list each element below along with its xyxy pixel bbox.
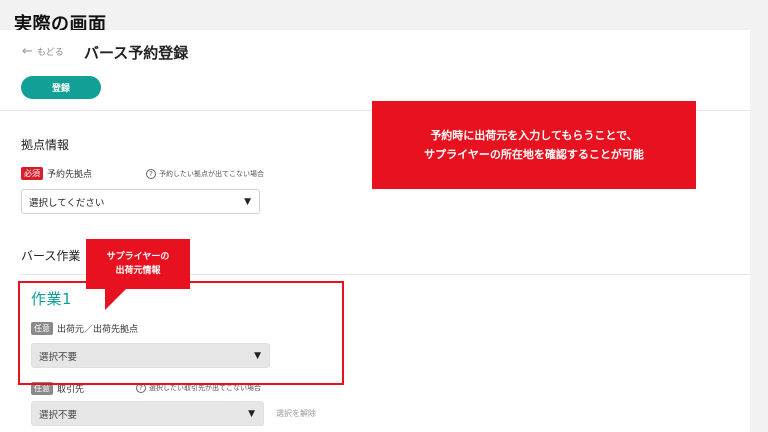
bubble-line-2: 出荷元情報 xyxy=(115,266,161,276)
back-arrow-icon: ← xyxy=(22,44,33,59)
partner-select-value: 選択不要 xyxy=(39,409,78,421)
explanation-callout: 予約時に出荷元を入力してもらうことで、 サプライヤーの所在地を確認することが可能 xyxy=(372,101,696,189)
base-help-link[interactable]: ? 予約したい拠点が出てこない場合 xyxy=(146,169,264,179)
required-badge: 必須 xyxy=(21,167,43,180)
base-select-value: 選択してください xyxy=(29,197,105,209)
register-button[interactable]: 登録 xyxy=(21,76,101,99)
base-help-text: 予約したい拠点が出てこない場合 xyxy=(159,170,264,178)
base-field-label: 必須 予約先拠点 xyxy=(21,167,92,180)
bubble-line-1: サプライヤーの xyxy=(106,252,170,262)
speech-bubble-tail xyxy=(105,288,127,310)
page-title: バース予約登録 xyxy=(84,44,189,62)
base-section-title: 拠点情報 xyxy=(21,138,70,152)
highlight-box xyxy=(18,281,344,385)
question-icon: ? xyxy=(146,169,156,179)
clear-selection-link[interactable]: 選択を解除 xyxy=(276,408,316,419)
work-section-title: バース作業 xyxy=(21,249,81,263)
base-select[interactable]: 選択してください ▼ xyxy=(21,189,260,214)
chevron-down-icon: ▼ xyxy=(244,196,251,207)
partner-select[interactable]: 選択不要 ▼ xyxy=(31,401,264,426)
base-field-text: 予約先拠点 xyxy=(47,170,93,180)
chevron-down-icon: ▼ xyxy=(248,408,255,419)
back-label: もどる xyxy=(36,48,64,58)
back-link[interactable]: ← もどる xyxy=(22,44,64,59)
speech-bubble: サプライヤーの 出荷元情報 xyxy=(86,239,190,289)
callout-line-1: 予約時に出荷元を入力してもらうことで、 xyxy=(430,129,638,142)
callout-line-2: サプライヤーの所在地を確認することが可能 xyxy=(424,148,644,161)
